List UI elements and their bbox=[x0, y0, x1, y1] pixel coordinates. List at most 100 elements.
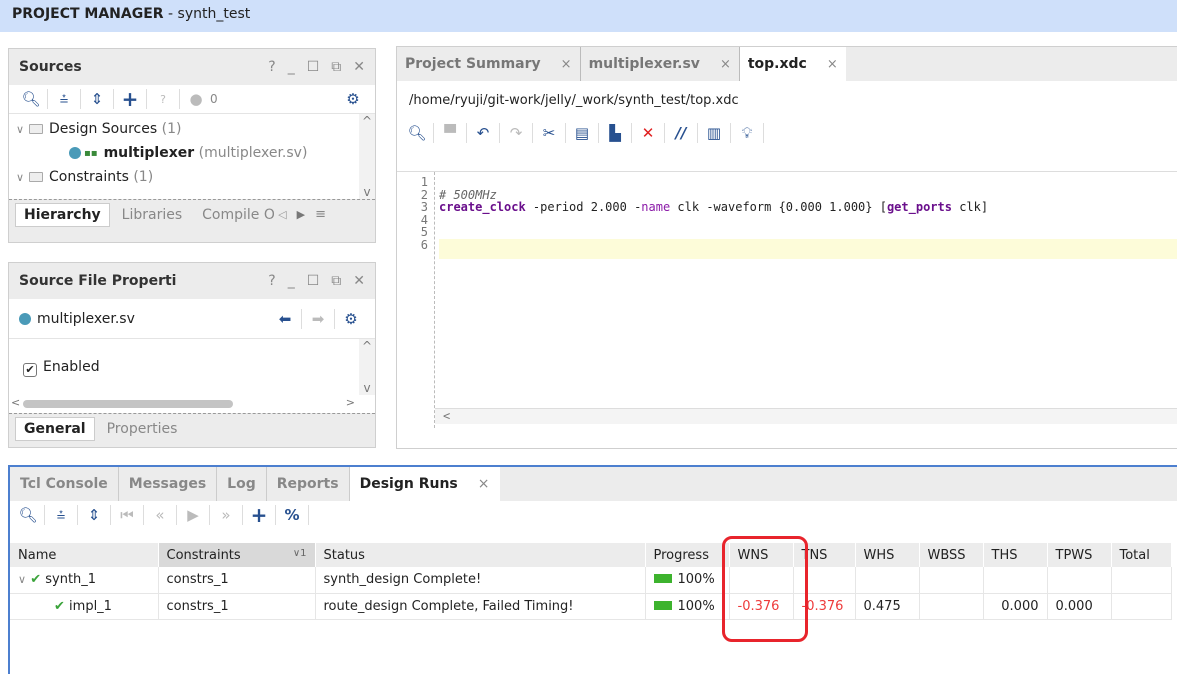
collapse-all-icon[interactable]: ⩮ bbox=[47, 503, 75, 527]
table-row[interactable]: ∨ ✔ synth_1 constrs_1 synth_design Compl… bbox=[10, 567, 1172, 594]
tab-design-runs[interactable]: Design Runs × bbox=[349, 467, 500, 501]
enabled-checkbox[interactable]: ✔ bbox=[23, 363, 37, 377]
maximize-icon[interactable]: ☐ bbox=[307, 59, 320, 75]
block-icon[interactable]: ▥ bbox=[700, 121, 728, 145]
tree-item-constraints[interactable]: ∨ Constraints (1) bbox=[9, 165, 375, 189]
col-progress[interactable]: Progress bbox=[645, 543, 730, 567]
vertical-scrollbar[interactable]: ^ v bbox=[359, 339, 375, 395]
chevron-down-icon[interactable]: ∨ bbox=[13, 123, 27, 136]
tab-libraries[interactable]: Libraries bbox=[114, 204, 190, 226]
float-icon[interactable]: ⧉ bbox=[331, 59, 341, 75]
tab-multiplexer-sv[interactable]: multiplexer.sv × bbox=[581, 47, 740, 81]
close-icon[interactable]: ✕ bbox=[353, 273, 365, 289]
col-tpws[interactable]: TPWS bbox=[1047, 543, 1112, 567]
close-tab-icon[interactable]: × bbox=[561, 57, 572, 72]
launch-run-icon[interactable]: ▶ bbox=[179, 503, 207, 527]
tree-count: (1) bbox=[161, 121, 182, 137]
redo-icon[interactable]: ↷ bbox=[502, 121, 530, 145]
tree-item-multiplexer[interactable]: ▪▪ multiplexer (multiplexer.sv) bbox=[9, 141, 375, 165]
tab-compile-order[interactable]: Compile Order bbox=[194, 204, 274, 226]
percent-icon[interactable]: % bbox=[278, 503, 306, 527]
collapse-all-icon[interactable]: ⩮ bbox=[50, 87, 78, 111]
undo-icon[interactable]: ↶ bbox=[469, 121, 497, 145]
chevron-down-icon[interactable]: ∨ bbox=[13, 171, 27, 184]
message-count: 0 bbox=[210, 92, 218, 106]
tab-log[interactable]: Log bbox=[217, 467, 267, 501]
tab-tcl-console[interactable]: Tcl Console bbox=[10, 467, 119, 501]
col-ths[interactable]: THS bbox=[983, 543, 1048, 567]
tab-reports[interactable]: Reports bbox=[267, 467, 350, 501]
lightbulb-icon[interactable]: 💡︎ bbox=[733, 121, 761, 145]
settings-icon[interactable]: ⚙ bbox=[337, 307, 365, 331]
search-icon[interactable]: 🔍︎ bbox=[403, 121, 431, 145]
maximize-icon[interactable]: ☐ bbox=[307, 273, 320, 289]
minimize-icon[interactable]: _ bbox=[288, 273, 295, 289]
sort-indicator-icon: ∨1 bbox=[292, 547, 307, 559]
check-icon: ✔ bbox=[54, 598, 65, 614]
search-icon[interactable]: 🔍︎ bbox=[17, 87, 45, 111]
col-status[interactable]: Status bbox=[315, 543, 646, 567]
enabled-label: Enabled bbox=[43, 359, 100, 375]
back-arrow-icon[interactable]: ⬅ bbox=[271, 307, 299, 331]
tab-general[interactable]: General bbox=[15, 416, 95, 441]
tab-label: top.xdc bbox=[747, 56, 807, 72]
tab-scroll-right-icon[interactable]: ▶ bbox=[297, 208, 305, 221]
previous-icon[interactable]: « bbox=[146, 503, 174, 527]
tab-scroll-left-icon[interactable]: ◁ bbox=[278, 208, 286, 221]
horizontal-scrollbar[interactable]: < bbox=[435, 408, 1177, 424]
unknown-icon[interactable]: ? bbox=[149, 87, 177, 111]
col-wns[interactable]: WNS bbox=[729, 543, 794, 567]
chevron-down-icon[interactable]: ∨ bbox=[18, 573, 26, 586]
sfp-title: Source File Properti bbox=[19, 273, 177, 289]
tab-label: Project Summary bbox=[405, 56, 541, 72]
close-icon[interactable]: ✕ bbox=[353, 59, 365, 75]
expand-all-icon[interactable]: ⇕ bbox=[83, 87, 111, 111]
col-name[interactable]: Name bbox=[10, 543, 159, 567]
col-constraints[interactable]: Constraints ∨1 bbox=[158, 543, 316, 567]
tab-menu-icon[interactable]: ≡ bbox=[315, 207, 326, 222]
tab-top-xdc[interactable]: top.xdc × bbox=[739, 47, 846, 81]
next-icon[interactable]: » bbox=[212, 503, 240, 527]
sources-panel: Sources ? _ ☐ ⧉ ✕ 🔍︎ ⩮ ⇕ + ? ● 0 ⚙ ∨ Desi… bbox=[8, 48, 376, 243]
col-whs[interactable]: WHS bbox=[855, 543, 920, 567]
cut-icon[interactable]: ✂ bbox=[535, 121, 563, 145]
add-run-icon[interactable]: + bbox=[245, 503, 273, 527]
col-total[interactable]: Total bbox=[1111, 543, 1172, 567]
minimize-icon[interactable]: _ bbox=[288, 59, 295, 75]
close-tab-icon[interactable]: × bbox=[478, 476, 490, 492]
help-icon[interactable]: ? bbox=[268, 273, 275, 289]
code-editor[interactable]: 123456 # 500MHz create_clock -period 2.0… bbox=[397, 171, 1177, 428]
comment-icon[interactable]: // bbox=[667, 121, 695, 145]
float-icon[interactable]: ⧉ bbox=[331, 273, 341, 289]
add-sources-icon[interactable]: + bbox=[116, 87, 144, 111]
save-icon[interactable]: ▀ bbox=[436, 121, 464, 145]
delete-icon[interactable]: ✕ bbox=[634, 121, 662, 145]
forward-arrow-icon[interactable]: ➡ bbox=[304, 307, 332, 331]
source-file-dot-icon bbox=[19, 312, 31, 325]
table-row[interactable]: ✔ impl_1 constrs_1 route_design Complete… bbox=[10, 593, 1172, 620]
tab-properties[interactable]: Properties bbox=[99, 418, 186, 440]
tab-project-summary[interactable]: Project Summary × bbox=[397, 47, 581, 81]
tab-label: multiplexer.sv bbox=[588, 56, 700, 72]
col-tns[interactable]: TNS bbox=[793, 543, 856, 567]
close-tab-icon[interactable]: × bbox=[720, 57, 731, 72]
copy-icon[interactable]: ▤ bbox=[568, 121, 596, 145]
tree-item-design-sources[interactable]: ∨ Design Sources (1) bbox=[9, 117, 375, 141]
col-wbss[interactable]: WBSS bbox=[919, 543, 984, 567]
source-file-dot-icon bbox=[69, 147, 81, 159]
code-line-6 bbox=[439, 238, 1177, 259]
close-tab-icon[interactable]: × bbox=[827, 57, 838, 72]
paste-icon[interactable]: ▙ bbox=[601, 121, 629, 145]
first-icon[interactable]: ⏮ bbox=[113, 503, 141, 527]
settings-icon[interactable]: ⚙ bbox=[339, 87, 367, 111]
tab-hierarchy[interactable]: Hierarchy bbox=[15, 202, 110, 227]
tree-count: (1) bbox=[133, 169, 154, 185]
hierarchy-icon: ▪▪ bbox=[84, 147, 98, 159]
tab-messages[interactable]: Messages bbox=[119, 467, 218, 501]
horizontal-scrollbar[interactable]: < > bbox=[9, 395, 375, 413]
expand-all-icon[interactable]: ⇕ bbox=[80, 503, 108, 527]
help-icon[interactable]: ? bbox=[268, 59, 275, 75]
vertical-scrollbar[interactable]: ^ v bbox=[359, 114, 375, 199]
search-icon[interactable]: 🔍︎ bbox=[14, 503, 42, 527]
